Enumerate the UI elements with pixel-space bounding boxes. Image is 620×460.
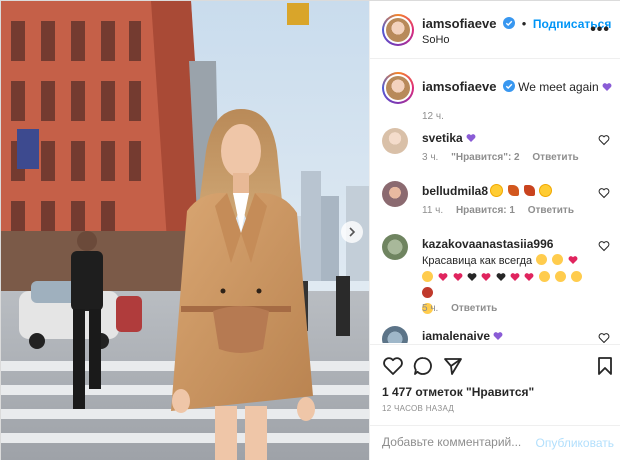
heart-eyes-emoji-icon xyxy=(422,271,433,282)
likes-count[interactable]: 1 477 отметок "Нравится" xyxy=(382,385,534,399)
instagram-post-window: iamsofiaeve • Подписаться SoHo ••• iamso… xyxy=(0,0,620,460)
caption-time: 12 ч. xyxy=(422,111,444,122)
smiling-face-emoji-icon xyxy=(571,271,583,282)
heart-emoji-icon xyxy=(524,273,534,281)
heart-eyes-emoji-icon xyxy=(538,271,550,282)
comment-username[interactable]: belludmila8 xyxy=(422,184,488,198)
post-date: 12 ЧАСОВ НАЗАД xyxy=(382,404,455,413)
thumbs-up-emoji-icon xyxy=(555,271,567,282)
comment-like-heart-icon[interactable] xyxy=(598,187,610,199)
comment-text: Красавица как всегда xyxy=(422,255,533,267)
author-avatar[interactable] xyxy=(382,14,414,46)
purple-heart-emoji-icon xyxy=(466,134,476,142)
comment-like-heart-icon[interactable] xyxy=(598,134,610,146)
verified-badge-icon xyxy=(503,17,516,29)
comment-likes[interactable]: Нравится: 1 xyxy=(456,205,515,216)
paper-plane-icon[interactable] xyxy=(442,355,464,377)
caption-text: We meet again xyxy=(518,80,599,94)
comment-input[interactable] xyxy=(382,435,532,449)
post-actions: 1 477 отметок "Нравится" 12 ЧАСОВ НАЗАД … xyxy=(370,344,620,460)
heart-icon[interactable] xyxy=(382,355,404,377)
bookmark-icon[interactable] xyxy=(594,355,616,377)
reply-button[interactable]: Ответить xyxy=(532,152,578,163)
commenter-avatar[interactable] xyxy=(382,326,408,343)
next-photo-button[interactable] xyxy=(341,221,363,243)
smiling-face-emoji-icon xyxy=(535,254,547,265)
red-heart-emoji-icon xyxy=(568,256,578,264)
thumbs-up-emoji-icon xyxy=(551,254,563,265)
speech-bubble-icon[interactable] xyxy=(412,355,434,377)
red-heart-emoji-icon xyxy=(453,273,463,281)
author-username[interactable]: iamsofiaeve xyxy=(422,16,496,31)
comment-time: 3 ч. xyxy=(422,152,439,163)
sun-emoji-icon xyxy=(540,185,552,196)
caption-avatar[interactable] xyxy=(382,72,414,104)
maple-leaf-emoji-icon xyxy=(507,185,519,196)
fallen-leaf-emoji-icon xyxy=(524,185,536,196)
comment-username[interactable]: kazakovaanastasiia996 xyxy=(422,237,553,251)
verified-badge-icon xyxy=(502,80,515,92)
street-photo-illustration xyxy=(1,1,369,460)
comment-like-heart-icon[interactable] xyxy=(598,332,610,343)
comment-username[interactable]: iamalenaive xyxy=(422,329,490,343)
sun-emoji-icon xyxy=(491,185,503,196)
comment-likes[interactable]: "Нравится": 2 xyxy=(451,152,520,163)
black-heart-emoji-icon xyxy=(496,273,506,281)
post-photo[interactable] xyxy=(1,1,369,460)
more-options-icon[interactable]: ••• xyxy=(590,21,610,39)
reply-button[interactable]: Ответить xyxy=(528,205,574,216)
comment-time: 11 ч. xyxy=(422,205,444,216)
red-heart-emoji-icon xyxy=(481,273,491,281)
reply-button[interactable]: Ответить xyxy=(451,303,497,314)
commenter-avatar[interactable] xyxy=(382,181,408,207)
post-side-panel: iamsofiaeve • Подписаться SoHo ••• iamso… xyxy=(369,1,620,460)
comment-like-heart-icon[interactable] xyxy=(598,240,610,252)
lips-emoji-icon xyxy=(422,287,433,298)
caption-username[interactable]: iamsofiaeve xyxy=(422,79,496,94)
publish-button[interactable]: Опубликовать xyxy=(536,436,614,450)
purple-heart-emoji-icon xyxy=(602,83,612,91)
red-heart-emoji-icon xyxy=(438,273,448,281)
chevron-right-icon xyxy=(349,227,356,237)
purple-heart-emoji-icon xyxy=(493,332,503,340)
post-location[interactable]: SoHo xyxy=(422,34,450,46)
commenter-avatar[interactable] xyxy=(382,234,408,260)
add-comment-bar: Опубликовать xyxy=(370,425,620,460)
comment-username[interactable]: svetika xyxy=(422,131,463,145)
commenter-avatar[interactable] xyxy=(382,128,408,154)
separator-dot: • xyxy=(521,16,527,31)
red-heart-emoji-icon xyxy=(510,273,520,281)
comment-time: 5 ч. xyxy=(422,303,439,314)
black-heart-emoji-icon xyxy=(467,273,477,281)
comments-list[interactable]: iamsofiaeve We meet again 12 ч. svetika … xyxy=(370,60,620,343)
post-header: iamsofiaeve • Подписаться SoHo ••• xyxy=(370,1,620,59)
